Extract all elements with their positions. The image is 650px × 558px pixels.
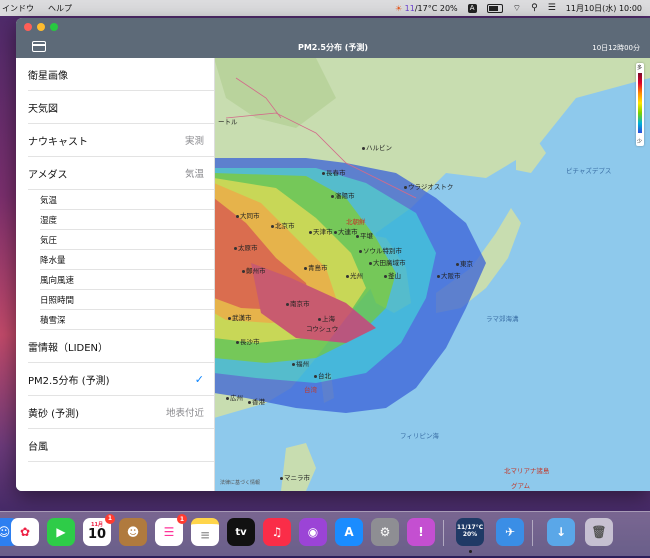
menu-item-lightning[interactable]: 雷情報（LIDEN） bbox=[28, 330, 214, 363]
scale-gradient bbox=[638, 73, 642, 133]
trash-icon[interactable]: 🗑 bbox=[585, 518, 613, 546]
map-label-zhengzhou: 鄭州市 bbox=[242, 265, 266, 275]
map-label-hangzhou: コウシュウ bbox=[306, 325, 339, 333]
submenu-item-temperature[interactable]: 気温 bbox=[40, 190, 214, 210]
weather-app-icon[interactable]: 11/17°C 20% bbox=[456, 518, 484, 546]
submenu-item-pressure[interactable]: 気圧 bbox=[40, 230, 214, 250]
map-label-taiwan: 台湾 bbox=[304, 386, 317, 394]
menu-item-satellite[interactable]: 衛星画像 bbox=[28, 58, 214, 91]
map-label-guangzhou: 広州 bbox=[226, 392, 243, 402]
map-label-datong: 大同市 bbox=[236, 210, 260, 220]
map-label-harbin: ハルビン bbox=[362, 142, 392, 152]
calendar-badge: 1 bbox=[105, 514, 115, 524]
map-label-shanghai: 上海 bbox=[318, 313, 335, 323]
map-label-taiyuan: 太原市 bbox=[234, 242, 258, 252]
menu-item-yellow-sand[interactable]: 黄砂 (予測) 地表付近 bbox=[28, 396, 214, 429]
map-label-pichaz: ピチャズデプス bbox=[566, 167, 612, 175]
input-source-icon[interactable]: A bbox=[467, 3, 477, 13]
running-indicator bbox=[469, 550, 472, 553]
battery-icon[interactable] bbox=[486, 3, 503, 13]
map-label-taipei: 台北 bbox=[314, 370, 331, 380]
map-label-shenyang: 瀋陽市 bbox=[331, 190, 355, 200]
map-label-changsha: 長沙市 bbox=[236, 336, 260, 346]
map-label-northkorea: 北朝鮮 bbox=[346, 218, 366, 226]
submenu-item-wind[interactable]: 風向風速 bbox=[40, 270, 214, 290]
testflight-icon[interactable]: ✈ bbox=[496, 518, 524, 546]
system-preferences-icon[interactable]: ⚙ bbox=[371, 518, 399, 546]
menu-item-typhoon[interactable]: 台風 bbox=[28, 429, 214, 462]
clock[interactable]: 11月10日(水) 10:00 bbox=[566, 3, 642, 14]
downloads-folder-icon[interactable]: ↓ bbox=[547, 518, 575, 546]
minimize-button[interactable] bbox=[37, 23, 45, 31]
map-label-vladivostok: ウラジオストク bbox=[404, 181, 453, 191]
map-label-manila: マニラ市 bbox=[280, 472, 310, 482]
layer-menu: 衛星画像 天気図 ナウキャスト 実測 アメダス 気温 気温 湿度 気圧 降水量 … bbox=[16, 58, 215, 491]
map-label-gwangju: 光州 bbox=[346, 270, 363, 280]
control-center-icon[interactable]: ☰ bbox=[548, 3, 556, 13]
sun-cloud-icon: ☀ bbox=[394, 3, 403, 13]
map-label-northern-mariana: 北マリアナ諸島 bbox=[504, 467, 550, 475]
forecast-timestamp: 10日12時00分 bbox=[592, 44, 640, 52]
map-label-beijing: 北京市 bbox=[271, 220, 295, 230]
submenu-item-sunshine[interactable]: 日照時間 bbox=[40, 290, 214, 310]
close-button[interactable] bbox=[24, 23, 32, 31]
menu-item-amedas[interactable]: アメダス 気温 bbox=[28, 157, 214, 190]
window-title: PM2.5分布 (予測) bbox=[297, 43, 369, 52]
search-icon[interactable]: ⚲ bbox=[531, 3, 538, 13]
submenu-item-humidity[interactable]: 湿度 bbox=[40, 210, 214, 230]
calendar-icon[interactable]: 11月 10 1 bbox=[83, 514, 115, 546]
checkmark-icon: ✓ bbox=[194, 372, 204, 386]
contacts-icon[interactable]: ☻ bbox=[119, 518, 147, 546]
weather-menu-extra[interactable]: ☀ 11/17°C 20% bbox=[395, 4, 458, 13]
map-label-torte: ートル bbox=[218, 118, 238, 126]
submenu-item-precipitation[interactable]: 降水量 bbox=[40, 250, 214, 270]
map-label-philippine-sea: フィリピン海 bbox=[400, 432, 439, 440]
menu-window[interactable]: インドウ bbox=[2, 3, 34, 14]
map-label-tokyo: 東京 bbox=[456, 258, 473, 268]
map-label-fuzhou: 福州 bbox=[292, 358, 309, 368]
wifi-icon[interactable]: ⌔ bbox=[513, 3, 521, 14]
scale-high-label: 多 bbox=[637, 65, 643, 71]
menu-bar: インドウ ヘルプ ☀ 11/17°C 20% A ⌔ ⚲ ☰ 11月10日(水)… bbox=[0, 0, 650, 16]
map-label-dalian: 大連市 bbox=[334, 226, 358, 236]
title-bar: PM2.5分布 (予測) 10日12時00分 bbox=[16, 18, 650, 58]
zoom-button[interactable] bbox=[50, 23, 58, 31]
menu-item-pm25[interactable]: PM2.5分布 (予測) ✓ bbox=[28, 363, 214, 396]
feedback-icon[interactable]: ! bbox=[407, 518, 435, 546]
menu-item-weather-chart[interactable]: 天気図 bbox=[28, 91, 214, 124]
map-label-seoul: ソウル特別市 bbox=[359, 245, 402, 255]
map-label-nanjing: 南京市 bbox=[286, 298, 310, 308]
reminders-badge: 1 bbox=[177, 514, 187, 524]
submenu-item-snow-depth[interactable]: 積雪深 bbox=[40, 310, 214, 330]
photos-icon[interactable]: ✿ bbox=[11, 518, 39, 546]
music-icon[interactable]: ♫ bbox=[263, 518, 291, 546]
window-controls bbox=[24, 23, 58, 31]
map-label-qingdao: 青島市 bbox=[304, 262, 328, 272]
map-label-wuhan: 武漢市 bbox=[228, 312, 252, 322]
map-label-mariana-trench: ラマ郊海溝 bbox=[486, 315, 519, 323]
podcasts-icon[interactable]: ◉ bbox=[299, 518, 327, 546]
reminders-icon[interactable]: ☰ 1 bbox=[155, 514, 187, 546]
map-label-daejeon: 大田廣域市 bbox=[369, 257, 406, 267]
appstore-icon[interactable]: A bbox=[335, 518, 363, 546]
dock: ☺ ✿ ▶ 11月 10 1 ☻ ☰ 1 ≡ tv ♫ ◉ A ⚙ ! 11/1… bbox=[0, 511, 650, 556]
map-label-busan: 釜山 bbox=[384, 270, 401, 280]
map-label-changchun: 長春市 bbox=[322, 167, 346, 177]
menu-help[interactable]: ヘルプ bbox=[48, 3, 72, 14]
pm25-scale-legend: 多 少 bbox=[636, 63, 644, 146]
menu-item-nowcast[interactable]: ナウキャスト 実測 bbox=[28, 124, 214, 157]
app-window: PM2.5分布 (予測) 10日12時00分 ートル ハルビン 長春市 瀋陽市 … bbox=[16, 18, 650, 491]
map-label-hongkong: 香港 bbox=[248, 396, 265, 406]
map-label-guam: グアム bbox=[511, 482, 531, 490]
scale-low-label: 少 bbox=[637, 139, 643, 145]
notes-icon[interactable]: ≡ bbox=[191, 518, 219, 546]
appletv-icon[interactable]: tv bbox=[227, 518, 255, 546]
facetime-icon[interactable]: ▶ bbox=[47, 518, 75, 546]
map-attribution: 法律に基づく情報 bbox=[220, 480, 261, 486]
map-label-pyongyang: 平壌 bbox=[356, 230, 373, 240]
map-label-tianjin: 天津市 bbox=[309, 226, 333, 236]
dock-separator-2 bbox=[532, 520, 533, 546]
dock-separator bbox=[443, 520, 444, 546]
map-label-osaka: 大阪市 bbox=[437, 270, 461, 280]
